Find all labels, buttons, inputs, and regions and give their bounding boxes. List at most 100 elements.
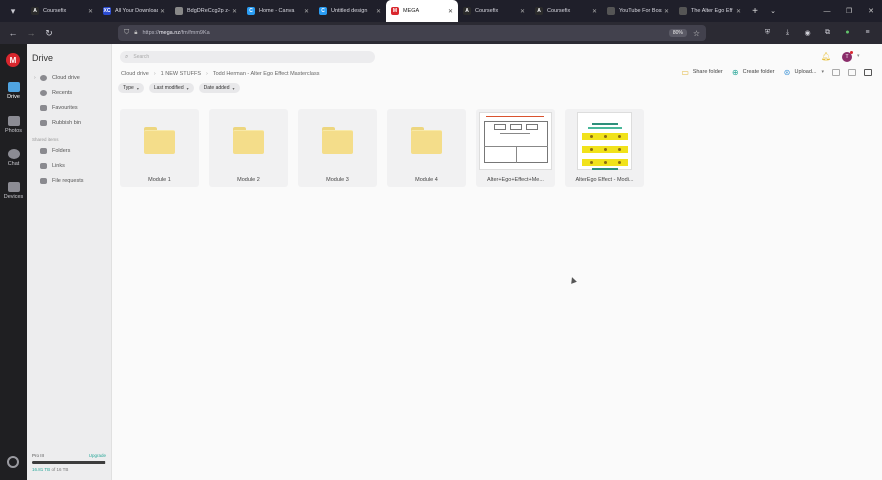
- rail-photos[interactable]: Photos: [0, 116, 27, 134]
- browser-toolbar-right: ⛨ ⤓ ◉ ⧉ ● ≡: [761, 26, 874, 39]
- list-view-icon[interactable]: [848, 68, 856, 76]
- address-bar[interactable]: ⛉ 🔒︎ https://mega.nz/fm/fmm9Ka 80% ☆: [118, 25, 706, 41]
- url-text[interactable]: https://mega.nz/fm/fmm9Ka: [142, 30, 668, 36]
- account-icon[interactable]: ◉: [801, 26, 814, 39]
- clock-icon: [40, 90, 47, 96]
- extensions-icon[interactable]: ⧉: [821, 26, 834, 39]
- settings-icon[interactable]: [7, 456, 19, 468]
- tab-title: Coursefix: [475, 8, 499, 14]
- sidebar-item-rubbish-bin[interactable]: Rubbish bin: [34, 120, 81, 126]
- share-folder-button[interactable]: ▭ Share folder: [681, 68, 722, 77]
- browser-tab[interactable]: YouTube For Bosses✕: [602, 0, 674, 22]
- chevron-down-icon[interactable]: ▾: [857, 53, 860, 59]
- tab-close-icon[interactable]: ✕: [592, 8, 597, 15]
- tab-overflow-icon[interactable]: ⌄: [764, 7, 782, 15]
- browser-tab[interactable]: C Untitled design ✕: [314, 0, 386, 22]
- browser-tab-strip: ▾ A Coursefix ✕ XC All Your Downloads ✕ BdgDRe…: [0, 0, 882, 22]
- pocket-icon[interactable]: ⛨: [761, 26, 774, 39]
- file-grid: Module 1 Module 2 Module 3 Module 4 Alte…: [120, 109, 644, 187]
- rail-chat[interactable]: Chat: [0, 149, 27, 167]
- item-name: Module 1: [148, 177, 171, 183]
- item-name: Module 4: [415, 177, 438, 183]
- breadcrumb-item[interactable]: Todd Herman - Alter Ego Effect Mastercla…: [213, 71, 320, 77]
- file-card[interactable]: Alter+Ego+Effect+Me...: [476, 109, 555, 187]
- tab-list-icon[interactable]: ▾: [0, 0, 26, 22]
- maximize-button[interactable]: ❐: [838, 0, 860, 22]
- sidebar-item-cloud-drive[interactable]: › Cloud drive: [34, 75, 80, 81]
- document-thumbnail: [479, 112, 552, 170]
- item-name: Module 3: [326, 177, 349, 183]
- rail-devices[interactable]: Devices: [0, 182, 27, 200]
- folder-actions: ▭ Share folder ⊕ Create folder ⊛ Upload.…: [681, 67, 872, 77]
- tab-favicon-icon: [607, 7, 615, 15]
- extension-icon[interactable]: ●: [841, 26, 854, 39]
- breadcrumb-item[interactable]: Cloud drive: [121, 71, 149, 77]
- sidebar-item-folders[interactable]: Folders: [34, 148, 70, 154]
- forward-icon[interactable]: →: [24, 26, 38, 40]
- bookmark-star-icon[interactable]: ☆: [693, 29, 700, 38]
- folder-icon: [144, 127, 175, 154]
- tab-close-icon[interactable]: ✕: [88, 8, 93, 15]
- drive-sidebar: Drive › Cloud drive Recents Favourites R…: [27, 44, 112, 480]
- browser-tab[interactable]: A Coursefix ✕: [530, 0, 602, 22]
- tab-title: Coursefix: [43, 8, 67, 14]
- tab-close-icon[interactable]: ✕: [736, 8, 741, 15]
- folder-card[interactable]: Module 1: [120, 109, 199, 187]
- tab-close-icon[interactable]: ✕: [304, 8, 309, 15]
- avatar[interactable]: T: [842, 51, 853, 62]
- rail-drive[interactable]: Drive: [0, 82, 27, 100]
- grid-view-icon[interactable]: [864, 68, 872, 76]
- close-window-button[interactable]: ✕: [860, 0, 882, 22]
- back-icon[interactable]: ←: [6, 26, 20, 40]
- tab-favicon-icon: C: [319, 7, 327, 15]
- search-icon: ⌕: [125, 53, 129, 60]
- sidebar-item-file-requests[interactable]: File requests: [34, 178, 84, 184]
- tab-close-icon[interactable]: ✕: [448, 8, 453, 15]
- shield-icon[interactable]: ⛉: [124, 29, 129, 37]
- breadcrumb-item[interactable]: 1 NEW STUFFS: [161, 71, 201, 77]
- tab-close-icon[interactable]: ✕: [376, 8, 381, 15]
- folder-card[interactable]: Module 2: [209, 109, 288, 187]
- file-card[interactable]: AlterEgo Effect - Modi...: [565, 109, 644, 187]
- document-thumbnail: [577, 112, 632, 170]
- folder-card[interactable]: Module 3: [298, 109, 377, 187]
- sidebar-item-favourites[interactable]: Favourites: [34, 105, 78, 111]
- upload-button[interactable]: ⊛ Upload... ▾: [782, 67, 824, 77]
- lock-icon[interactable]: 🔒︎: [134, 30, 137, 37]
- browser-tab[interactable]: XC All Your Downloads ✕: [98, 0, 170, 22]
- sidebar-item-recents[interactable]: Recents: [34, 90, 72, 96]
- filter-type[interactable]: Type ▾: [118, 83, 144, 93]
- tab-close-icon[interactable]: ✕: [520, 8, 525, 15]
- upload-icon: ⊛: [783, 67, 791, 77]
- browser-tab[interactable]: C Home - Canva ✕: [242, 0, 314, 22]
- media-view-icon[interactable]: [832, 68, 840, 76]
- tab-close-icon[interactable]: ✕: [232, 8, 237, 15]
- upgrade-link[interactable]: Upgrade: [89, 453, 106, 458]
- create-folder-button[interactable]: ⊕ Create folder: [731, 68, 775, 77]
- folder-card[interactable]: Module 4: [387, 109, 466, 187]
- browser-tab[interactable]: The Alter Ego Eff ✕: [674, 0, 746, 22]
- minimize-button[interactable]: —: [816, 0, 838, 22]
- tab-favicon-icon: A: [31, 7, 39, 15]
- browser-tab[interactable]: BdgDReCcg2p z-0-y-r✕: [170, 0, 242, 22]
- downloads-icon[interactable]: ⤓: [781, 26, 794, 39]
- search-input[interactable]: ⌕ Search: [120, 51, 375, 63]
- browser-tab[interactable]: A Coursefix ✕: [26, 0, 98, 22]
- storage-used: 16.81 TB of 16 TB: [32, 467, 69, 472]
- menu-icon[interactable]: ≡: [861, 26, 874, 39]
- tab-close-icon[interactable]: ✕: [664, 8, 669, 15]
- chevron-right-icon[interactable]: ›: [34, 75, 39, 81]
- notification-bell-icon[interactable]: 🔔︎: [821, 52, 831, 61]
- new-tab-button[interactable]: +: [746, 6, 764, 17]
- browser-tab[interactable]: A Coursefix ✕: [458, 0, 530, 22]
- filter-last-modified[interactable]: Last modified ▾: [148, 83, 194, 93]
- reload-icon[interactable]: ↻: [42, 26, 56, 40]
- mega-logo[interactable]: M: [6, 53, 20, 67]
- tab-title: MEGA: [403, 8, 420, 14]
- browser-tab[interactable]: M MEGA ✕: [386, 0, 458, 22]
- file-request-icon: [40, 178, 47, 184]
- tab-close-icon[interactable]: ✕: [160, 8, 165, 15]
- filter-date-added[interactable]: Date added ▾: [198, 83, 240, 93]
- sidebar-item-links[interactable]: Links: [34, 163, 65, 169]
- zoom-level[interactable]: 80%: [668, 29, 687, 37]
